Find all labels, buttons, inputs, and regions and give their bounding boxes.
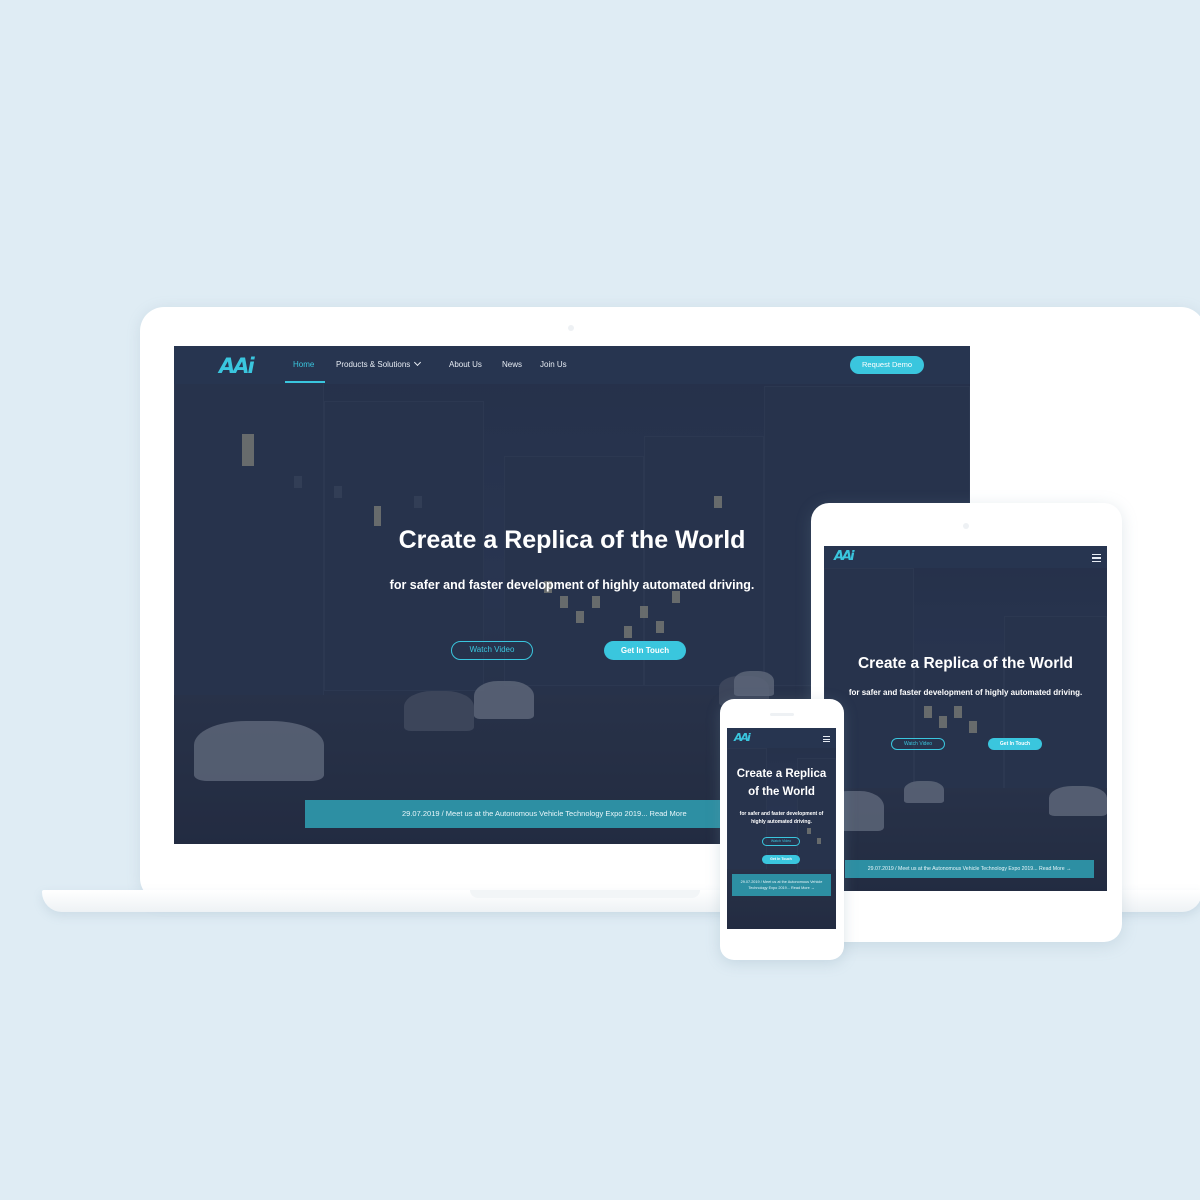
tablet-screen: AAi Create a Replica of the World for sa… bbox=[824, 546, 1107, 891]
get-in-touch-button[interactable]: Get In Touch bbox=[604, 641, 686, 660]
hero-title: Create a Replica of the World bbox=[857, 655, 1074, 672]
watch-video-button[interactable]: Watch Video bbox=[451, 641, 533, 660]
logo[interactable]: AAi bbox=[219, 354, 255, 378]
hamburger-menu-icon[interactable] bbox=[823, 736, 830, 744]
nav-about-us[interactable]: About Us bbox=[449, 360, 482, 369]
top-navbar: AAi bbox=[824, 546, 1107, 568]
logo[interactable]: AAi bbox=[834, 549, 855, 564]
laptop-camera bbox=[568, 325, 574, 331]
nav-news[interactable]: News bbox=[502, 360, 522, 369]
request-demo-button[interactable]: Request Demo bbox=[850, 356, 924, 374]
top-navbar: AAi Home Products & Solutions About Us N… bbox=[174, 346, 970, 384]
watch-video-button[interactable]: Watch Video bbox=[762, 837, 800, 846]
hero-subtitle: for safer and faster development of high… bbox=[848, 688, 1083, 697]
get-in-touch-button[interactable]: Get In Touch bbox=[988, 738, 1042, 750]
logo[interactable]: AAi bbox=[734, 731, 751, 744]
laptop-notch bbox=[470, 890, 700, 898]
hero-section: Create a Replica of the World for safer … bbox=[727, 728, 836, 929]
chevron-down-icon bbox=[414, 358, 422, 367]
phone-speaker bbox=[770, 713, 794, 716]
hero-title: Create a Replica of the World bbox=[736, 768, 827, 798]
hero-section: Create a Replica of the World for safer … bbox=[824, 546, 1107, 891]
top-navbar: AAi bbox=[727, 728, 836, 748]
nav-active-indicator bbox=[285, 381, 325, 383]
news-banner[interactable]: 29.07.2019 / Meet us at the Autonomous V… bbox=[732, 874, 831, 896]
phone-screen: AAi Create a Replica of the World for sa… bbox=[727, 728, 836, 929]
news-banner[interactable]: 29.07.2019 / Meet us at the Autonomous V… bbox=[845, 860, 1094, 878]
watch-video-button[interactable]: Watch Video bbox=[891, 738, 945, 750]
nav-products-solutions-label: Products & Solutions bbox=[336, 360, 411, 369]
nav-products-solutions[interactable]: Products & Solutions bbox=[336, 358, 422, 369]
nav-join-us[interactable]: Join Us bbox=[540, 360, 567, 369]
get-in-touch-button[interactable]: Get In Touch bbox=[762, 855, 800, 864]
hamburger-menu-icon[interactable] bbox=[1092, 554, 1101, 564]
nav-home[interactable]: Home bbox=[293, 360, 314, 369]
hero-subtitle: for safer and faster development of high… bbox=[739, 811, 824, 825]
